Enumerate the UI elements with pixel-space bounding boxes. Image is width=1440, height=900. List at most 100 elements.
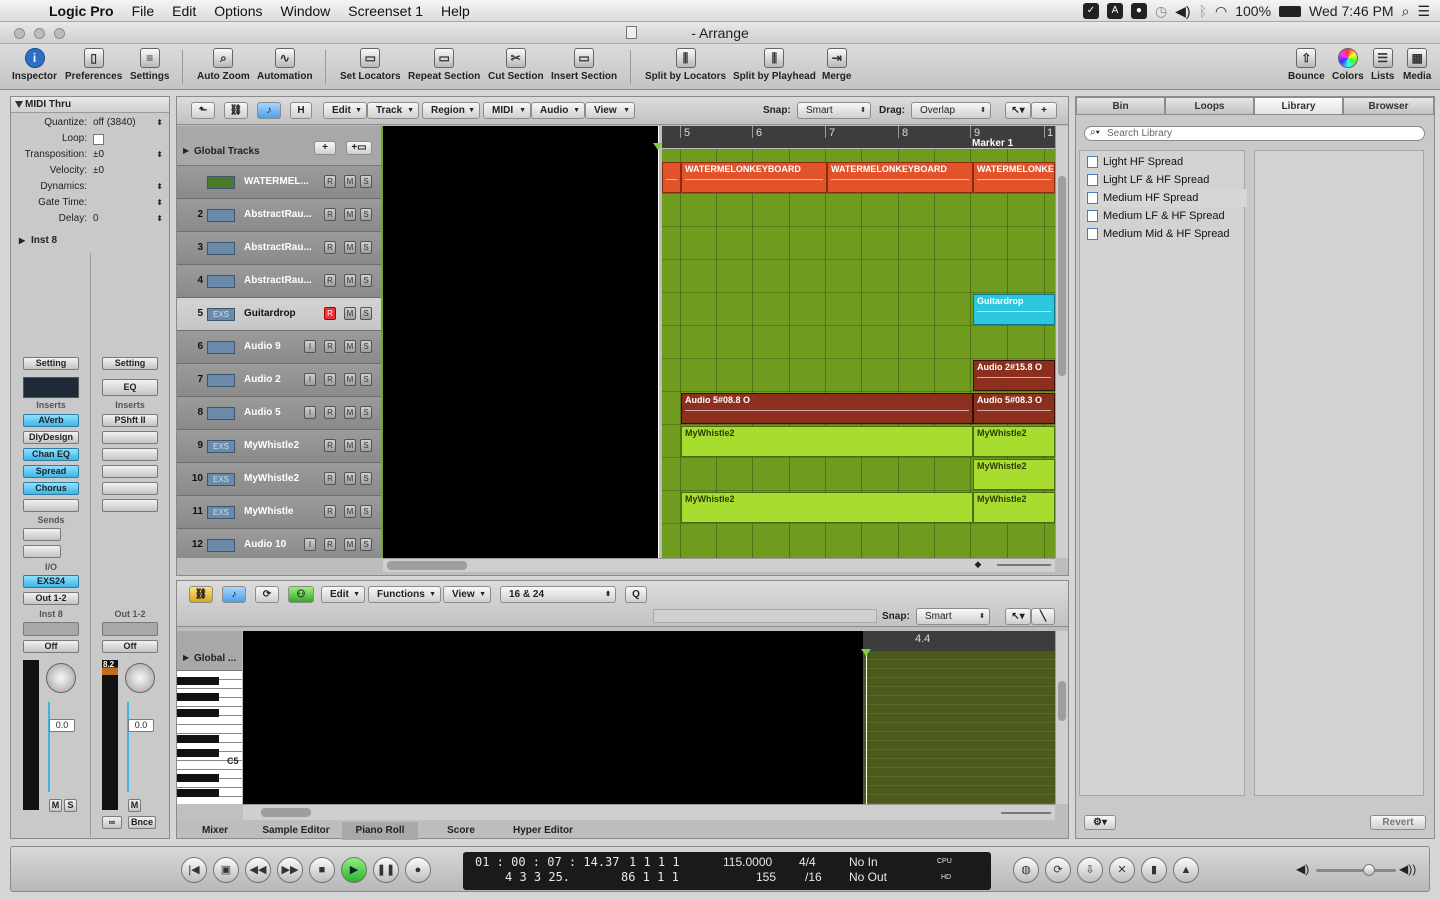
record-enable-button[interactable]: R xyxy=(324,175,336,188)
scroll-thumb[interactable] xyxy=(1058,176,1066,376)
wifi-icon[interactable]: ◠ xyxy=(1215,3,1227,20)
library-item[interactable]: Light HF Spread xyxy=(1083,153,1247,171)
menu-app[interactable]: Logic Pro xyxy=(40,3,123,19)
region-audio-5-b[interactable]: Audio 5#08.3 O xyxy=(973,393,1055,424)
track-name[interactable]: MyWhistle2 xyxy=(244,440,299,451)
pan-knob-2[interactable] xyxy=(125,663,155,693)
auto-zoom-button[interactable]: ⌕ Auto Zoom xyxy=(197,48,250,82)
stop-button[interactable]: ■ xyxy=(309,857,335,883)
mute-button[interactable]: M xyxy=(344,505,356,518)
mute-button[interactable]: M xyxy=(344,472,356,485)
action-gear-button[interactable]: ⚙▾ xyxy=(1084,815,1116,830)
preferences-button[interactable]: ▯ Preferences xyxy=(65,48,122,82)
fader-value[interactable]: 0.0 xyxy=(49,719,75,732)
cycle-button[interactable]: ⟳ xyxy=(1045,857,1071,883)
send-slot-2[interactable] xyxy=(23,545,61,558)
input-monitor-button[interactable]: I xyxy=(304,340,316,353)
solo-button[interactable]: S xyxy=(360,538,372,551)
track-name[interactable]: AbstractRau... xyxy=(244,209,312,220)
record-enable-button[interactable]: R xyxy=(324,439,336,452)
automation-mode[interactable]: Off xyxy=(23,640,79,653)
group-slot-2[interactable] xyxy=(102,622,158,636)
mute-button[interactable]: M xyxy=(49,799,62,812)
settings-button[interactable]: ≡ Settings xyxy=(130,48,169,82)
editor-global-header[interactable]: ▶ Global ... xyxy=(177,631,242,671)
send-slot-1[interactable] xyxy=(23,528,61,541)
merge-button[interactable]: ⇥ Merge xyxy=(822,48,851,82)
record-enable-button[interactable]: R xyxy=(324,274,336,287)
time-signature[interactable]: 4/4 xyxy=(799,855,816,869)
vertical-scrollbar[interactable] xyxy=(1055,126,1068,558)
automation-button[interactable]: ∿ Automation xyxy=(257,48,313,82)
marker-label[interactable]: Marker 1 xyxy=(972,138,1013,149)
autopunch-button[interactable]: ⇩ xyxy=(1077,857,1103,883)
setting-button-2[interactable]: Setting xyxy=(102,357,158,370)
track-name[interactable]: Guitardrop xyxy=(244,308,296,319)
region-mywhistle2-a[interactable]: MyWhistle2 xyxy=(681,426,973,457)
track-name[interactable]: AbstractRau... xyxy=(244,275,312,286)
transposition-row[interactable]: Transposition: ±0 ⬍ xyxy=(11,147,169,163)
region-watermelon-start[interactable] xyxy=(662,162,681,193)
split-by-locators-button[interactable]: ⫼ Split by Locators xyxy=(645,48,726,82)
new-track-button[interactable]: + xyxy=(314,141,336,155)
record-enable-button[interactable]: R xyxy=(324,373,336,386)
notification-center-icon[interactable]: ☰ xyxy=(1417,3,1430,20)
region-parameters-header[interactable]: MIDI Thru xyxy=(11,97,169,113)
arrange-view-menu[interactable]: View ▼ xyxy=(585,102,635,119)
input-slot[interactable]: EXS24 xyxy=(23,575,79,588)
editor-view-menu[interactable]: View ▼ xyxy=(443,586,491,603)
tempo-value[interactable]: 115.0000 xyxy=(723,855,772,869)
tab-hyper-editor[interactable]: Hyper Editor xyxy=(502,822,584,840)
link-button[interactable]: ⛓ xyxy=(224,102,248,119)
arrange-empty-area[interactable] xyxy=(383,126,659,558)
solo-button[interactable]: S xyxy=(360,208,372,221)
solo-button[interactable]: S xyxy=(64,799,77,812)
solo-mode-button[interactable]: ✕ xyxy=(1109,857,1135,883)
insert-slot-2[interactable]: DlyDesign xyxy=(23,431,79,444)
insert-slot-2-empty[interactable] xyxy=(102,448,158,461)
colors-button[interactable]: Colors xyxy=(1332,48,1364,82)
tab-piano-roll[interactable]: Piano Roll xyxy=(342,822,418,840)
velocity-row[interactable]: Velocity: ±0 xyxy=(11,163,169,179)
horizontal-scrollbar[interactable]: ◆ xyxy=(383,558,1055,572)
solo-button[interactable]: S xyxy=(360,439,372,452)
solo-button[interactable]: S xyxy=(360,406,372,419)
status-app-icon-2[interactable]: A xyxy=(1106,3,1123,19)
track-name[interactable]: MyWhistle2 xyxy=(244,473,299,484)
mute-button[interactable]: M xyxy=(344,241,356,254)
pointer-tool[interactable]: ↖▾ xyxy=(1005,102,1031,119)
zoom-waveform-icon[interactable]: ◆ xyxy=(965,559,991,571)
scroll-thumb-h[interactable] xyxy=(261,808,311,817)
arrange-audio-menu[interactable]: Audio ▼ xyxy=(531,102,585,119)
tab-sample-editor[interactable]: Sample Editor xyxy=(257,822,335,840)
input-monitor-button[interactable]: I xyxy=(304,538,316,551)
region-audio-5-a[interactable]: Audio 5#08.8 O xyxy=(681,393,973,424)
solo-button[interactable]: S xyxy=(360,505,372,518)
insert-slot-5[interactable]: Chorus xyxy=(23,482,79,495)
library-item[interactable]: Medium LF & HF Spread xyxy=(1083,207,1247,225)
group-slot[interactable] xyxy=(23,622,79,636)
insert-slot-2-empty[interactable] xyxy=(102,431,158,444)
editor-playhead-marker[interactable] xyxy=(861,649,871,656)
record-enable-button[interactable]: R xyxy=(324,307,336,320)
arrange-region-menu[interactable]: Region ▼ xyxy=(422,102,480,119)
automation-mode-2[interactable]: Off xyxy=(102,640,158,653)
mute-button[interactable]: M xyxy=(344,274,356,287)
library-item-selected[interactable]: Medium HF Spread xyxy=(1083,189,1247,207)
scroll-thumb-h[interactable] xyxy=(387,561,467,570)
midi-out-button[interactable]: ⚇ xyxy=(288,586,314,603)
track-name[interactable]: Audio 2 xyxy=(244,374,281,385)
region-mywhistle2-c[interactable]: MyWhistle2 xyxy=(973,459,1055,490)
track-row[interactable]: WATERMEL... R M S xyxy=(177,166,381,199)
region-mywhistle-b[interactable]: MyWhistle2 xyxy=(973,492,1055,523)
master-volume-knob[interactable] xyxy=(1363,864,1375,876)
battery-percent[interactable]: 100% xyxy=(1235,3,1271,19)
menu-file[interactable]: File xyxy=(123,3,164,19)
arrange-track-menu[interactable]: Track ▼ xyxy=(367,102,419,119)
editor-link-button[interactable]: ⛓ xyxy=(189,586,213,603)
play-button[interactable]: ▶ xyxy=(341,857,367,883)
tab-bin[interactable]: Bin xyxy=(1076,97,1165,115)
input-monitor-button[interactable]: I xyxy=(304,373,316,386)
go-to-position-button[interactable]: ▣ xyxy=(213,857,239,883)
arrange-midi-menu[interactable]: MIDI ▼ xyxy=(483,102,531,119)
